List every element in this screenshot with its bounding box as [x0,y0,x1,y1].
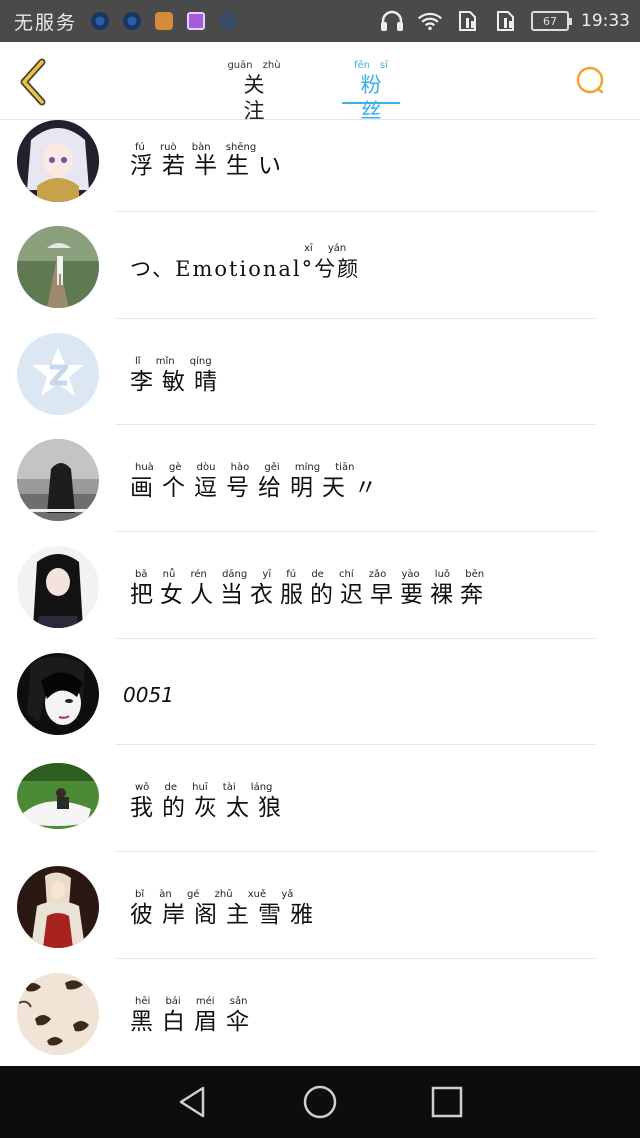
clock: 19:33 [581,11,630,31]
name-pinyin: lǐ mǐn qíng [135,355,212,367]
back-icon[interactable] [173,1082,213,1122]
carrier-label: 无服务 [14,11,78,34]
name-pinyin: huà gè dòu hào gěi míng tiān [135,462,355,474]
list-item[interactable]: huà gè dòu hào gěi míng tiān 画个逗号给明天〃 [0,425,640,533]
fans-list: fú ruò bàn shēng 浮若半生い xī yán つ、Emotiona… [0,120,640,1066]
search-icon[interactable] [574,64,608,98]
avatar[interactable] [17,972,99,1055]
avatar[interactable] [17,439,99,522]
avatar[interactable] [17,226,99,308]
gallery-notification-icon [187,12,206,30]
app-header: guān zhù 关注 fěn sī 粉丝 [0,42,640,123]
avatar[interactable] [17,763,99,830]
avatar[interactable] [17,652,99,735]
tab-fans[interactable]: fěn sī 粉丝 [342,60,400,124]
user-name: 画个逗号给明天〃 [130,475,386,502]
home-icon[interactable] [300,1082,340,1122]
list-item[interactable]: bǐ àn gé zhǔ xuě yǎ 彼岸阁主雪雅 [0,852,640,959]
system-navigation-bar [0,1066,640,1138]
avatar[interactable] [17,120,99,202]
battery-indicator: 67 [531,11,572,31]
app-notification-icon [91,12,110,30]
back-arrow-icon[interactable] [16,58,50,106]
avatar[interactable] [17,332,99,415]
user-name: 我的灰太狼 [130,795,290,822]
list-item[interactable]: xī yán つ、Emotional°兮颜 [0,212,640,319]
tab-label: 粉丝 [360,73,392,123]
name-pinyin: wǒ de huī tài láng [135,782,273,794]
avatar[interactable] [17,546,99,629]
tab-pinyin: fěn [353,60,370,71]
user-name: 李敏晴 [130,368,226,395]
app-notification-icon [123,12,142,30]
tab-pinyin: zhù [262,60,281,71]
wifi-icon [417,12,443,31]
tab-pinyin: sī [380,60,388,71]
name-pinyin: bǎ nǚ rén dāng yī fú de chí zǎo yào luǒ … [135,569,485,581]
name-pinyin: hēi bái méi sǎn [135,995,248,1007]
list-item[interactable]: lǐ mǐn qíng 李敏晴 [0,319,640,426]
tab-pinyin: guān [227,60,253,71]
sim-no-signal-icon [497,11,514,31]
recent-apps-icon[interactable] [427,1082,467,1122]
sim-no-signal-icon [459,11,476,31]
list-item[interactable]: 0051 [0,639,640,746]
user-name: 彼岸阁主雪雅 [130,902,322,929]
list-item[interactable]: bǎ nǚ rén dāng yī fú de chí zǎo yào luǒ … [0,532,640,639]
telegram-notification-icon [219,12,238,30]
list-item[interactable]: fú ruò bàn shēng 浮若半生い [0,120,640,212]
tab-label: 关注 [243,73,275,123]
name-pinyin: bǐ àn gé zhǔ xuě yǎ [135,889,294,901]
status-bar: 无服务 67 19:33 [0,0,640,42]
list-item[interactable]: hēi bái méi sǎn 黑白眉伞 [0,959,640,1066]
headphones-icon [381,10,403,31]
user-name: 浮若半生い [130,153,290,179]
name-pinyin: xī yán [304,243,347,254]
user-name: 黑白眉伞 [130,1008,258,1035]
active-tab-indicator [342,102,400,104]
list-item[interactable]: wǒ de huī tài láng 我的灰太狼 [0,745,640,853]
user-name: つ、Emotional°兮颜 [130,257,361,281]
app-notification-icon [155,12,174,30]
tab-following[interactable]: guān zhù 关注 [222,60,286,124]
user-name: 0051 [123,682,174,707]
user-name: 把女人当衣服的迟早要裸奔 [130,582,490,609]
avatar[interactable] [17,866,99,949]
